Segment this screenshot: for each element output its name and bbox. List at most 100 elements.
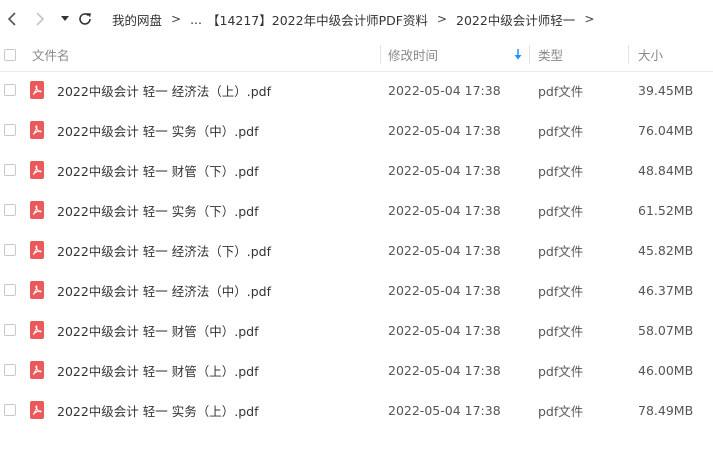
file-type: pdf文件 [538,243,584,259]
file-name[interactable]: 2022中级会计 轻一 经济法（中）.pdf [57,270,271,310]
file-row[interactable]: 2022中级会计 轻一 经济法（下）.pdf 2022-05-04 17:38 … [0,230,713,270]
row-checkbox-cell [4,70,16,110]
select-all-checkbox[interactable] [4,48,16,61]
row-checkbox-cell [4,270,16,310]
chevron-right-icon [36,12,45,26]
file-row[interactable]: 2022中级会计 轻一 财管（中）.pdf 2022-05-04 17:38 p… [0,310,713,350]
file-icon-cell [30,70,44,110]
file-modified: 2022-05-04 17:38 [388,402,501,418]
breadcrumb-folder[interactable]: 【14217】2022年中级会计师PDF资料 [207,10,428,29]
file-name[interactable]: 2022中级会计 轻一 实务（中）.pdf [57,110,259,150]
file-row[interactable]: 2022中级会计 轻一 实务（下）.pdf 2022-05-04 17:38 p… [0,190,713,230]
file-icon-cell [30,350,44,390]
file-row[interactable]: 2022中级会计 轻一 实务（上）.pdf 2022-05-04 17:38 p… [0,390,713,430]
file-icon-cell [30,190,44,230]
file-modified: 2022-05-04 17:38 [388,122,501,138]
pdf-icon [30,241,44,259]
file-type: pdf文件 [538,83,584,99]
file-modified: 2022-05-04 17:38 [388,202,501,218]
column-modified[interactable]: 修改时间 [388,38,528,71]
file-name[interactable]: 2022中级会计 轻一 经济法（下）.pdf [57,230,271,270]
file-list-header: 文件名 修改时间 类型 大小 [0,38,713,72]
file-type: pdf文件 [538,363,584,379]
row-checkbox[interactable] [4,324,16,336]
row-checkbox[interactable] [4,244,16,256]
file-icon-cell [30,310,44,350]
file-size: 76.04MB [638,122,694,138]
file-modified: 2022-05-04 17:38 [388,82,501,98]
file-modified: 2022-05-04 17:38 [388,282,501,298]
file-size: 61.52MB [638,202,694,218]
file-row[interactable]: 2022中级会计 轻一 经济法（中）.pdf 2022-05-04 17:38 … [0,270,713,310]
breadcrumb: 我的网盘 > ... 【14217】2022年中级会计师PDF资料 > 2022… [112,9,603,29]
breadcrumb-current[interactable]: 2022中级会计师轻一 [456,10,575,29]
history-dropdown-button[interactable] [58,9,72,29]
column-name[interactable]: 文件名 [32,38,70,71]
column-divider [529,45,530,64]
file-type: pdf文件 [538,323,584,339]
file-type: pdf文件 [538,283,584,299]
pdf-icon [30,201,44,219]
pdf-icon [30,281,44,299]
chevron-left-icon [7,12,16,26]
row-checkbox-cell [4,350,16,390]
row-checkbox-cell [4,150,16,190]
toolbar: 我的网盘 > ... 【14217】2022年中级会计师PDF资料 > 2022… [0,0,713,38]
pdf-icon [30,161,44,179]
file-name[interactable]: 2022中级会计 轻一 财管（下）.pdf [57,150,259,190]
row-checkbox[interactable] [4,364,16,376]
breadcrumb-root[interactable]: 我的网盘 [112,10,162,29]
file-modified: 2022-05-04 17:38 [388,162,501,178]
file-name[interactable]: 2022中级会计 轻一 财管（上）.pdf [57,350,259,390]
pdf-icon [30,121,44,139]
pdf-icon [30,401,44,419]
row-checkbox[interactable] [4,84,16,96]
row-checkbox[interactable] [4,164,16,176]
back-button[interactable] [4,9,20,29]
file-icon-cell [30,390,44,430]
row-checkbox-cell [4,310,16,350]
pdf-icon [30,321,44,339]
file-name[interactable]: 2022中级会计 轻一 经济法（上）.pdf [57,70,271,110]
column-type[interactable]: 类型 [538,38,563,71]
column-divider [380,45,381,64]
breadcrumb-ellipsis[interactable]: ... [190,12,202,27]
file-name[interactable]: 2022中级会计 轻一 实务（上）.pdf [57,390,259,430]
refresh-icon [79,13,91,25]
file-type: pdf文件 [538,163,584,179]
breadcrumb-separator: > [584,12,595,26]
file-modified: 2022-05-04 17:38 [388,362,501,378]
row-checkbox[interactable] [4,404,16,416]
breadcrumb-separator: > [436,12,447,26]
row-checkbox-cell [4,190,16,230]
row-checkbox-cell [4,230,16,270]
pdf-icon [30,361,44,379]
row-checkbox[interactable] [4,124,16,136]
column-divider [628,45,629,64]
column-modified-label: 修改时间 [388,48,439,63]
file-modified: 2022-05-04 17:38 [388,242,501,258]
file-size: 46.00MB [638,362,694,378]
file-row[interactable]: 2022中级会计 轻一 财管（上）.pdf 2022-05-04 17:38 p… [0,350,713,390]
file-name[interactable]: 2022中级会计 轻一 财管（中）.pdf [57,310,259,350]
file-row[interactable]: 2022中级会计 轻一 实务（中）.pdf 2022-05-04 17:38 p… [0,110,713,150]
file-modified: 2022-05-04 17:38 [388,322,501,338]
file-row[interactable]: 2022中级会计 轻一 财管（下）.pdf 2022-05-04 17:38 p… [0,150,713,190]
file-size: 45.82MB [638,242,694,258]
select-all-checkbox-cell [4,38,16,71]
file-size: 48.84MB [638,162,694,178]
file-name[interactable]: 2022中级会计 轻一 实务（下）.pdf [57,190,259,230]
file-size: 39.45MB [638,82,694,98]
caret-down-icon [61,16,69,21]
row-checkbox[interactable] [4,284,16,296]
forward-button[interactable] [32,9,48,29]
file-icon-cell [30,230,44,270]
row-checkbox-cell [4,110,16,150]
file-row[interactable]: 2022中级会计 轻一 经济法（上）.pdf 2022-05-04 17:38 … [0,70,713,110]
file-icon-cell [30,270,44,310]
row-checkbox[interactable] [4,204,16,216]
file-type: pdf文件 [538,123,584,139]
column-size[interactable]: 大小 [638,38,663,71]
file-type: pdf文件 [538,403,584,419]
refresh-button[interactable] [76,9,94,29]
